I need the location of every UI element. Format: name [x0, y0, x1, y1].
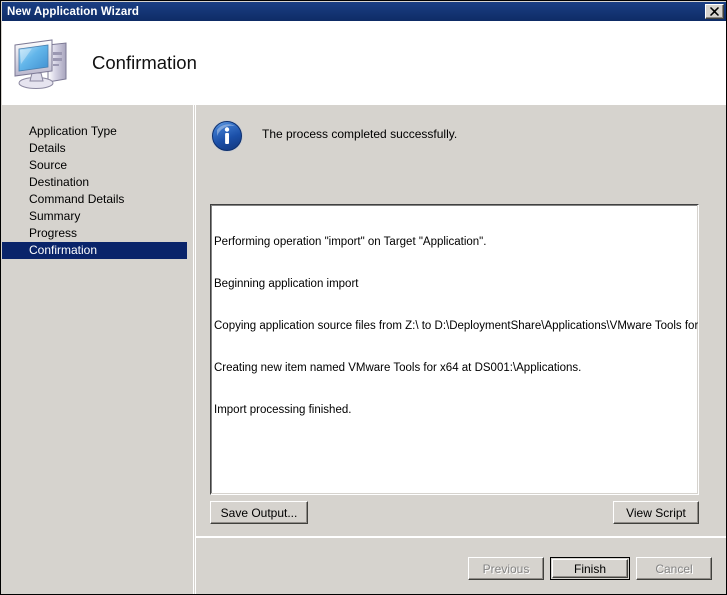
finish-button[interactable]: Finish	[550, 557, 630, 580]
info-icon	[210, 119, 244, 153]
wizard-footer: Previous Finish Cancel	[195, 538, 726, 594]
close-icon	[710, 7, 719, 16]
sidebar-item-source[interactable]: Source	[2, 157, 193, 174]
wizard-steps-sidebar: Application Type Details Source Destinat…	[2, 105, 194, 594]
wizard-window: New Application Wizard Confirmation Appl…	[0, 0, 727, 595]
main-panel: The process completed successfully. Perf…	[195, 105, 726, 536]
sidebar-item-progress[interactable]: Progress	[2, 225, 193, 242]
sidebar-item-summary[interactable]: Summary	[2, 208, 193, 225]
output-line: Performing operation "import" on Target …	[214, 236, 487, 248]
sidebar-item-command-details[interactable]: Command Details	[2, 191, 193, 208]
output-line: Import processing finished.	[214, 404, 352, 416]
sidebar-item-confirmation[interactable]: Confirmation	[2, 242, 187, 259]
status-message: The process completed successfully.	[262, 127, 458, 141]
sidebar-item-destination[interactable]: Destination	[2, 174, 193, 191]
sidebar-item-application-type[interactable]: Application Type	[2, 123, 193, 140]
previous-button[interactable]: Previous	[468, 557, 544, 580]
page-title: Confirmation	[92, 52, 197, 73]
title-bar: New Application Wizard	[2, 2, 726, 21]
cancel-button[interactable]: Cancel	[636, 557, 712, 580]
sidebar-item-details[interactable]: Details	[2, 140, 193, 157]
status-row: The process completed successfully.	[210, 119, 457, 153]
close-button[interactable]	[705, 4, 724, 19]
output-line: Beginning application import	[214, 278, 359, 290]
output-line: Creating new item named VMware Tools for…	[214, 362, 582, 374]
view-script-button[interactable]: View Script	[613, 501, 699, 524]
output-log-box[interactable]: Performing operation "import" on Target …	[210, 204, 699, 495]
wizard-steps-list: Application Type Details Source Destinat…	[2, 105, 193, 259]
window-title: New Application Wizard	[7, 5, 140, 18]
output-line: Copying application source files from Z:…	[214, 320, 698, 332]
output-log-text: Performing operation "import" on Target …	[211, 205, 698, 445]
save-output-button[interactable]: Save Output...	[210, 501, 308, 524]
finish-button-label: Finish	[552, 559, 628, 578]
computer-monitor-icon	[12, 35, 74, 91]
wizard-header: Confirmation	[2, 21, 726, 105]
